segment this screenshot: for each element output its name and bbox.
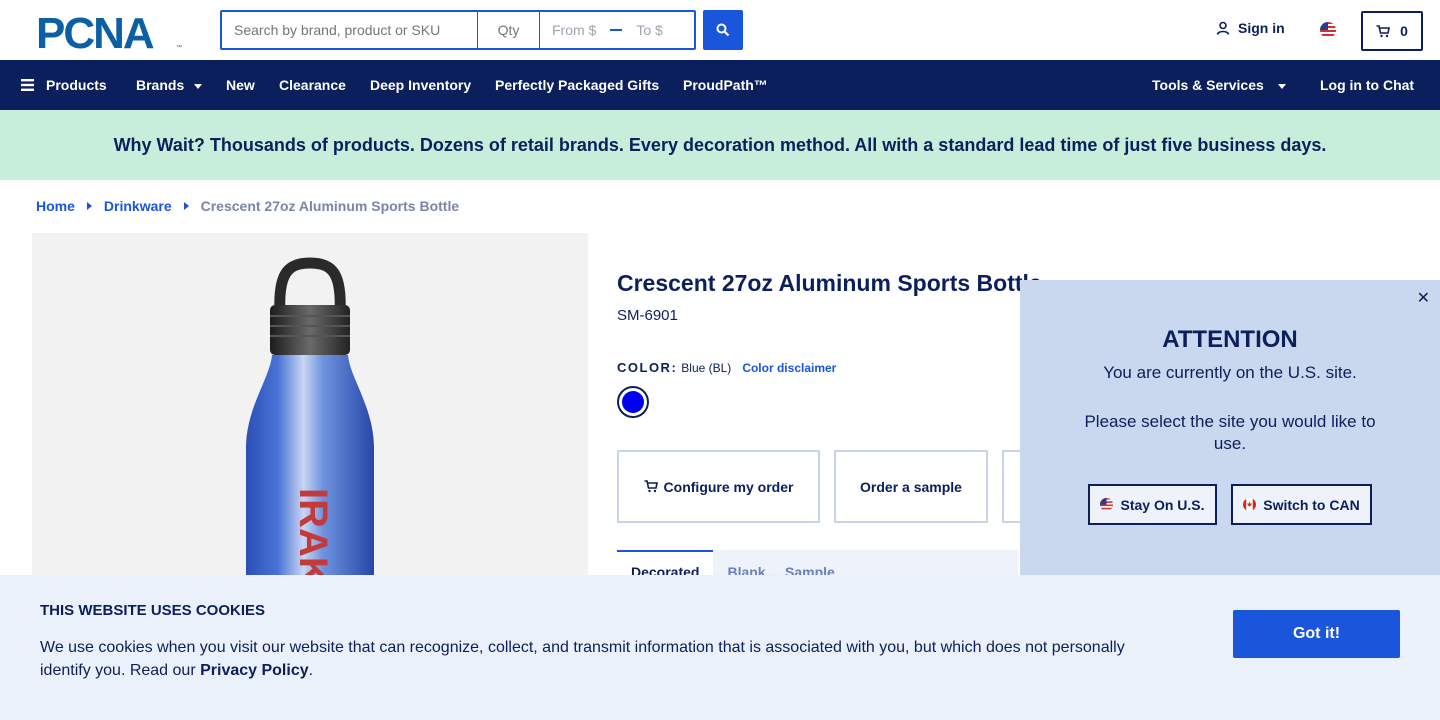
cookie-title: THIS WEBSITE USES COOKIES xyxy=(40,602,266,619)
nav-perfectly-packaged[interactable]: Perfectly Packaged Gifts xyxy=(495,60,659,110)
got-it-button[interactable]: Got it! xyxy=(1233,610,1400,658)
nav-brands[interactable]: Brands xyxy=(136,60,203,110)
color-disclaimer-link[interactable]: Color disclaimer xyxy=(742,361,836,375)
chevron-right-icon xyxy=(183,202,189,210)
nav-products[interactable]: Products xyxy=(21,60,107,110)
stay-us-label: Stay On U.S. xyxy=(1120,496,1205,513)
sign-in-label: Sign in xyxy=(1238,20,1285,36)
chevron-down-icon xyxy=(1277,83,1286,89)
chevron-down-icon xyxy=(194,83,203,89)
search-button[interactable] xyxy=(703,10,743,50)
price-dash xyxy=(610,29,623,31)
price-range: From $ To $ xyxy=(540,12,694,48)
site-select-popup: ✕ ATTENTION You are currently on the U.S… xyxy=(1020,280,1440,575)
nav-products-label: Products xyxy=(46,77,107,93)
us-flag-icon xyxy=(1100,498,1114,511)
pcna-logo[interactable]: PCNA ™ xyxy=(36,9,184,58)
price-to-input[interactable]: To $ xyxy=(636,22,662,38)
configure-order-label: Configure my order xyxy=(663,478,794,495)
nav-brands-label: Brands xyxy=(136,77,185,93)
order-sample-label: Order a sample xyxy=(860,478,962,495)
menu-icon xyxy=(21,79,34,91)
site-header: PCNA ™ From $ To $ Sign in xyxy=(0,0,1440,60)
search-input[interactable] xyxy=(222,12,478,48)
nav-clearance[interactable]: Clearance xyxy=(279,60,346,110)
cookie-banner: THIS WEBSITE USES COOKIES We use cookies… xyxy=(0,575,1440,720)
popup-title: ATTENTION xyxy=(1162,326,1298,353)
color-value: Blue (BL) xyxy=(681,361,732,375)
color-swatch-blue[interactable] xyxy=(617,386,649,418)
user-icon xyxy=(1216,21,1230,35)
nav-proudpath[interactable]: ProudPath™ xyxy=(683,60,768,110)
breadcrumb-home[interactable]: Home xyxy=(36,198,75,214)
privacy-policy-link[interactable]: Privacy Policy xyxy=(200,662,309,679)
qty-input[interactable] xyxy=(478,12,540,48)
breadcrumb: Home Drinkware Crescent 27oz Aluminum Sp… xyxy=(36,198,459,214)
promo-banner: Why Wait? Thousands of products. Dozens … xyxy=(0,110,1440,180)
configure-order-button[interactable]: Configure my order xyxy=(617,450,820,523)
chevron-right-icon xyxy=(86,202,92,210)
price-from-input[interactable]: From $ xyxy=(552,22,596,38)
stay-us-button[interactable]: Stay On U.S. xyxy=(1088,484,1217,525)
got-it-label: Got it! xyxy=(1292,625,1341,642)
us-flag-icon[interactable] xyxy=(1320,22,1336,38)
breadcrumb-category[interactable]: Drinkware xyxy=(104,198,172,214)
nav-new[interactable]: New xyxy=(226,60,255,110)
switch-can-label: Switch to CAN xyxy=(1263,496,1360,513)
nav-tools-label: Tools & Services xyxy=(1152,77,1264,93)
search-bar: From $ To $ xyxy=(220,10,696,50)
sign-in-link[interactable]: Sign in xyxy=(1216,20,1285,36)
popup-current-site-text: You are currently on the U.S. site. xyxy=(1103,363,1357,382)
cookie-text: We use cookies when you visit our websit… xyxy=(40,636,1150,682)
color-row: COLOR: Blue (BL) Color disclaimer xyxy=(617,360,836,375)
product-title: Crescent 27oz Aluminum Sports Bottle xyxy=(617,270,1042,296)
cart-button[interactable]: 0 xyxy=(1361,11,1423,51)
swatch-fill xyxy=(622,391,644,413)
main-nav: Products Brands New Clearance Deep Inven… xyxy=(0,60,1440,110)
chat-link[interactable]: Log in to Chat xyxy=(1320,60,1414,110)
cookie-period: . xyxy=(308,662,314,679)
promo-banner-text: Why Wait? Thousands of products. Dozens … xyxy=(113,134,1327,155)
nav-tools-services[interactable]: Tools & Services xyxy=(1152,60,1286,110)
popup-select-text: Please select the site you would like to… xyxy=(1084,412,1376,453)
product-sku: SM-6901 xyxy=(617,307,678,324)
svg-text:IRAK: IRAK xyxy=(291,488,335,586)
cart-icon xyxy=(1376,24,1391,37)
cart-count: 0 xyxy=(1400,23,1408,39)
search-icon xyxy=(716,23,730,37)
breadcrumb-current: Crescent 27oz Aluminum Sports Bottle xyxy=(200,198,460,214)
svg-text:PCNA: PCNA xyxy=(36,12,154,50)
close-icon[interactable]: ✕ xyxy=(1417,288,1430,308)
nav-deep-inventory[interactable]: Deep Inventory xyxy=(370,60,471,110)
canada-flag-icon xyxy=(1243,498,1257,511)
switch-can-button[interactable]: Switch to CAN xyxy=(1231,484,1372,525)
color-label: COLOR: xyxy=(617,360,678,375)
svg-text:™: ™ xyxy=(176,44,182,50)
cart-icon xyxy=(644,480,658,493)
order-sample-button[interactable]: Order a sample xyxy=(834,450,988,523)
